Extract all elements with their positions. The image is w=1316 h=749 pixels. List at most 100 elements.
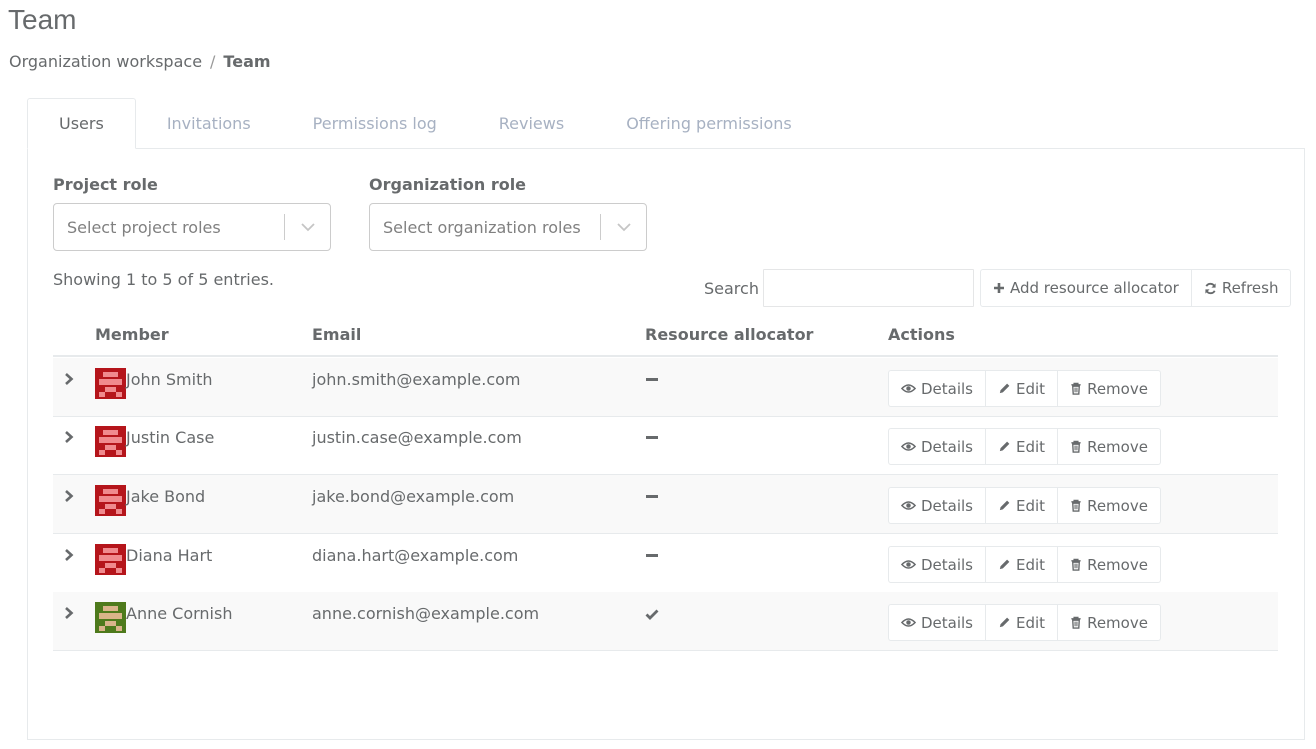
remove-button[interactable]: Remove	[1058, 428, 1161, 465]
remove-button[interactable]: Remove	[1058, 546, 1161, 583]
minus-icon	[645, 372, 659, 388]
column-email[interactable]: Email	[312, 325, 361, 344]
project-role-select[interactable]: Select project roles	[53, 203, 331, 251]
member-name: Diana Hart	[126, 546, 213, 565]
edit-button[interactable]: Edit	[986, 487, 1059, 524]
edit-button[interactable]: Edit	[986, 428, 1059, 465]
column-member[interactable]: Member	[95, 325, 169, 344]
details-button[interactable]: Details	[888, 428, 987, 465]
trash-icon	[1070, 499, 1082, 512]
pencil-icon	[998, 440, 1011, 453]
details-button[interactable]: Details	[888, 370, 987, 407]
avatar	[95, 368, 126, 399]
refresh-button[interactable]: Refresh	[1191, 269, 1292, 307]
eye-icon	[901, 559, 916, 570]
eye-icon	[901, 617, 916, 628]
chevron-right-icon[interactable]	[62, 546, 76, 564]
remove-button[interactable]: Remove	[1058, 370, 1161, 407]
details-label: Details	[921, 496, 974, 515]
minus-icon	[645, 489, 659, 505]
organization-role-select[interactable]: Select organization roles	[369, 203, 647, 251]
row-actions: Details Edit Remove	[888, 546, 1161, 583]
search-label: Search	[704, 279, 759, 298]
trash-icon	[1070, 382, 1082, 395]
table-row: Anne Cornish anne.cornish@example.com De…	[53, 592, 1278, 651]
pencil-icon	[998, 616, 1011, 629]
pencil-icon	[998, 558, 1011, 571]
edit-label: Edit	[1016, 437, 1046, 456]
table-header: Member Email Resource allocator Actions	[53, 312, 1278, 357]
project-role-label: Project role	[53, 175, 158, 194]
refresh-icon	[1204, 282, 1217, 295]
chevron-right-icon[interactable]	[62, 428, 76, 446]
edit-button[interactable]: Edit	[986, 604, 1059, 641]
search-input[interactable]	[763, 269, 974, 307]
avatar	[95, 602, 126, 633]
edit-label: Edit	[1016, 379, 1046, 398]
member-email: john.smith@example.com	[312, 370, 521, 389]
trash-icon	[1070, 440, 1082, 453]
chevron-right-icon[interactable]	[62, 487, 76, 505]
remove-button[interactable]: Remove	[1058, 604, 1161, 641]
remove-label: Remove	[1087, 379, 1148, 398]
tab-offering-permissions[interactable]: Offering permissions	[595, 98, 823, 149]
organization-role-label: Organization role	[369, 175, 527, 194]
edit-label: Edit	[1016, 555, 1046, 574]
remove-label: Remove	[1087, 496, 1148, 515]
edit-label: Edit	[1016, 496, 1046, 515]
breadcrumb-current: Team	[223, 52, 271, 71]
add-resource-allocator-button[interactable]: Add resource allocator	[980, 269, 1192, 307]
member-name: Anne Cornish	[126, 604, 233, 623]
chevron-down-icon[interactable]	[601, 222, 646, 232]
member-name: Jake Bond	[126, 487, 206, 506]
eye-icon	[901, 441, 916, 452]
page-title: Team	[8, 4, 77, 35]
tab-permissions-log[interactable]: Permissions log	[282, 98, 468, 149]
tab-reviews[interactable]: Reviews	[468, 98, 595, 149]
remove-label: Remove	[1087, 555, 1148, 574]
eye-icon	[901, 383, 916, 394]
check-icon	[645, 606, 659, 622]
tab-users[interactable]: Users	[27, 98, 136, 149]
member-email: diana.hart@example.com	[312, 546, 519, 565]
chevron-right-icon[interactable]	[62, 604, 76, 622]
remove-label: Remove	[1087, 437, 1148, 456]
member-name: Justin Case	[126, 428, 215, 447]
details-button[interactable]: Details	[888, 487, 987, 524]
member-email: justin.case@example.com	[312, 428, 522, 447]
avatar	[95, 426, 126, 457]
breadcrumb-parent[interactable]: Organization workspace	[9, 52, 202, 71]
avatar	[95, 485, 126, 516]
organization-role-placeholder: Select organization roles	[383, 217, 581, 237]
breadcrumb: Organization workspace / Team	[9, 52, 271, 71]
details-label: Details	[921, 379, 974, 398]
details-label: Details	[921, 437, 974, 456]
tab-bar: Users Invitations Permissions log Review…	[27, 98, 823, 149]
table-row: John Smith john.smith@example.com Detail…	[53, 358, 1278, 417]
refresh-label: Refresh	[1221, 279, 1279, 297]
details-button[interactable]: Details	[888, 604, 987, 641]
member-email: jake.bond@example.com	[312, 487, 515, 506]
row-actions: Details Edit Remove	[888, 487, 1161, 524]
chevron-right-icon[interactable]	[62, 370, 76, 388]
eye-icon	[901, 500, 916, 511]
tab-invitations[interactable]: Invitations	[136, 98, 282, 149]
edit-button[interactable]: Edit	[986, 546, 1059, 583]
avatar	[95, 544, 126, 575]
pencil-icon	[998, 382, 1011, 395]
breadcrumb-separator: /	[210, 52, 216, 71]
page: Team Organization workspace / Team Users…	[0, 0, 1316, 749]
column-resource-allocator[interactable]: Resource allocator	[645, 325, 813, 344]
project-role-placeholder: Select project roles	[67, 217, 221, 237]
entries-info: Showing 1 to 5 of 5 entries.	[53, 270, 274, 289]
add-resource-allocator-label: Add resource allocator	[1010, 279, 1179, 297]
table-row: Jake Bond jake.bond@example.com Details …	[53, 475, 1278, 534]
edit-button[interactable]: Edit	[986, 370, 1059, 407]
minus-icon	[645, 430, 659, 446]
remove-button[interactable]: Remove	[1058, 487, 1161, 524]
chevron-down-icon[interactable]	[285, 222, 330, 232]
details-button[interactable]: Details	[888, 546, 987, 583]
trash-icon	[1070, 616, 1082, 629]
table-row: Justin Case justin.case@example.com Deta…	[53, 416, 1278, 475]
trash-icon	[1070, 558, 1082, 571]
